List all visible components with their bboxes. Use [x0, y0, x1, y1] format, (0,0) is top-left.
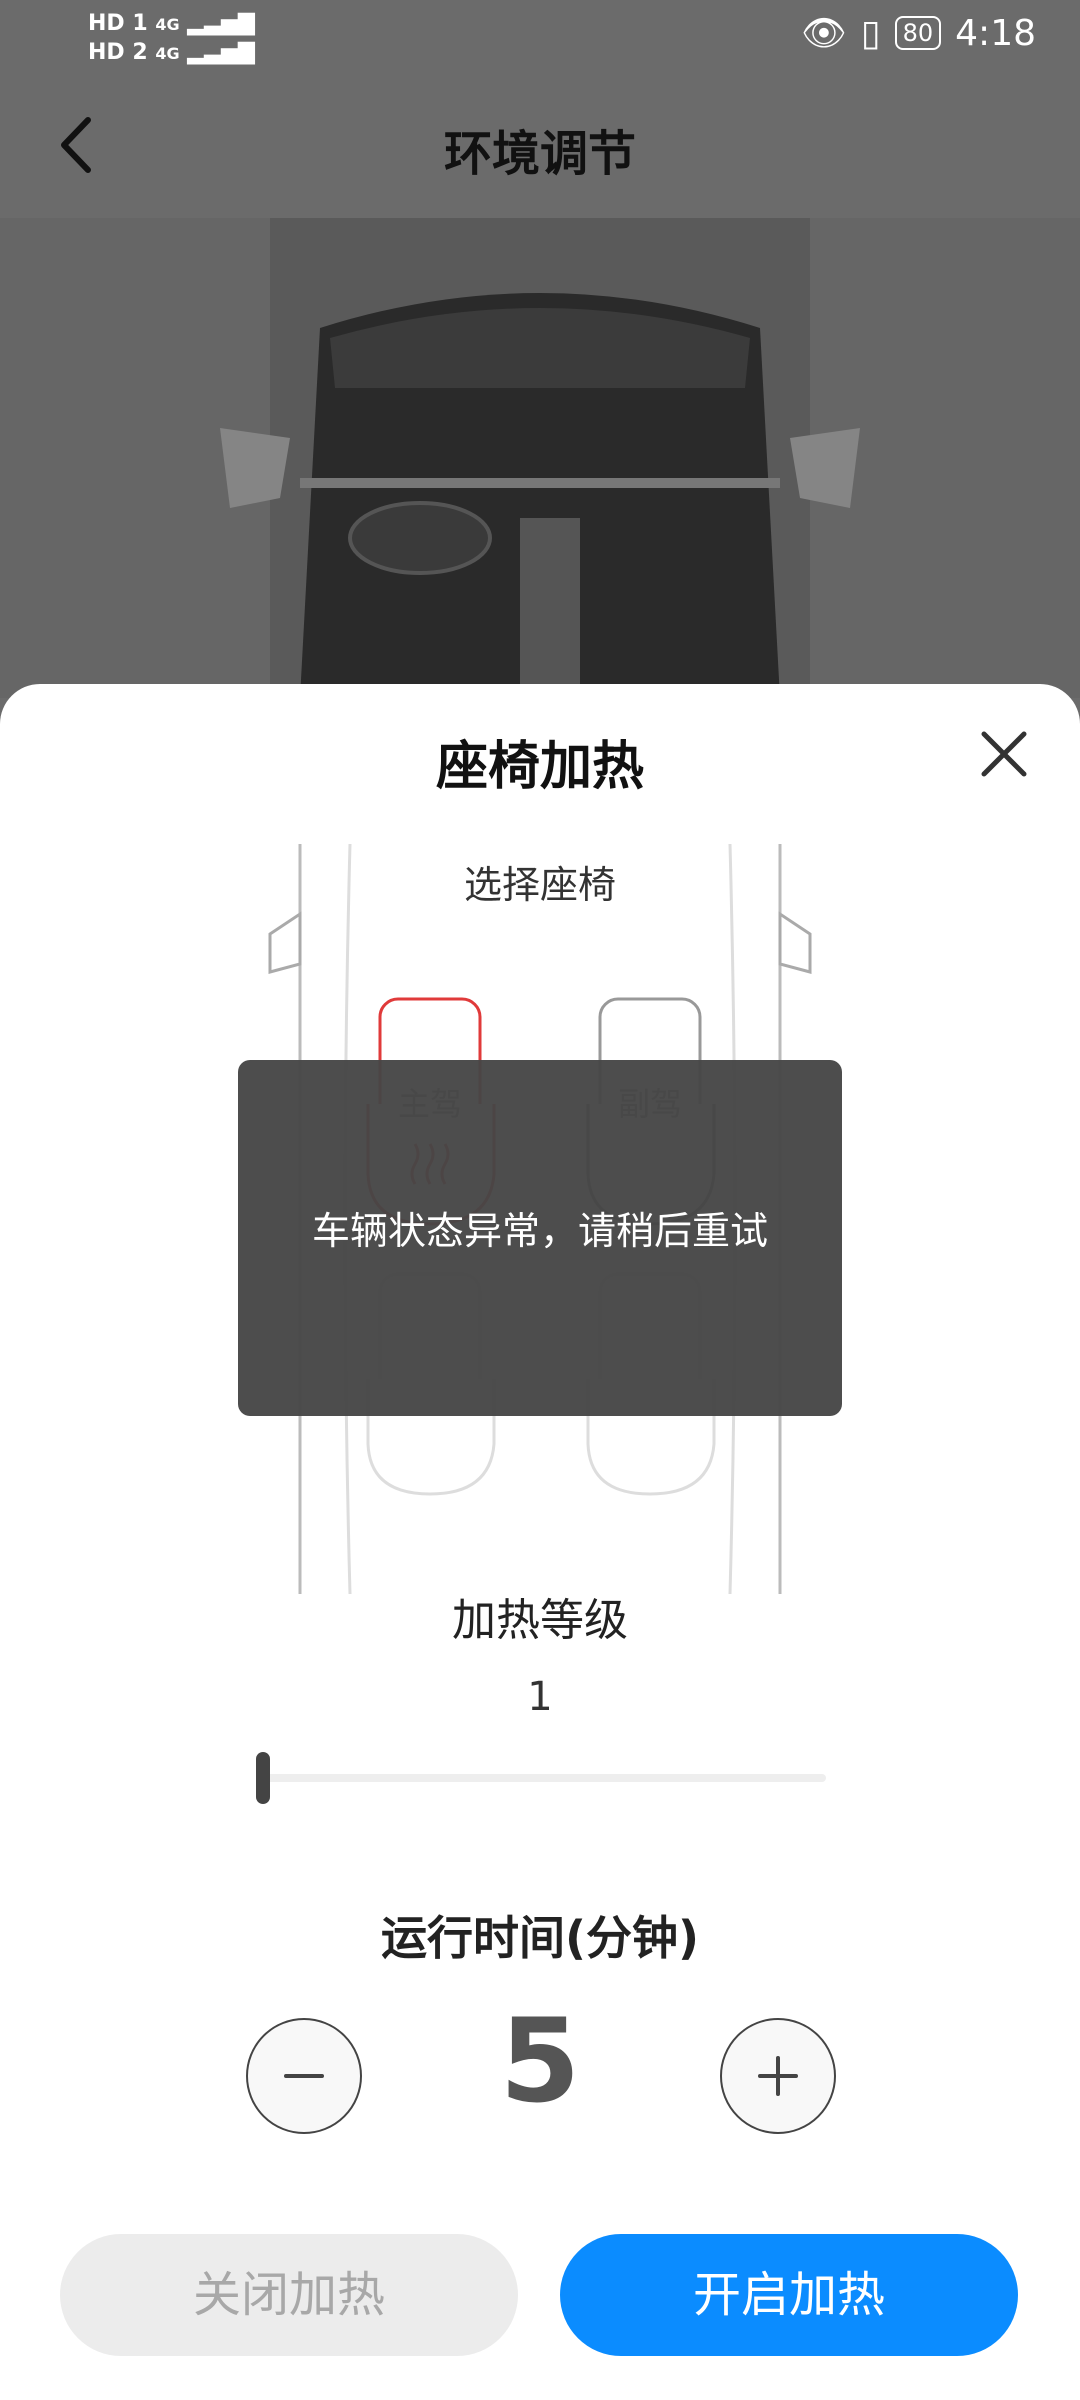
runtime-label: 运行时间(分钟) — [380, 1911, 700, 1965]
clock: 4:18 — [955, 12, 1036, 54]
heat-level-slider-thumb[interactable] — [256, 1752, 270, 1804]
toast-message: 车辆状态异常，请稍后重试 — [311, 1209, 768, 1253]
error-toast: 车辆状态异常，请稍后重试 — [238, 1060, 842, 1416]
page-title: 环境调节 — [443, 126, 636, 182]
turn-off-heating-button[interactable]: 关闭加热 — [60, 2234, 518, 2356]
battery-level: 80 — [902, 19, 934, 47]
decrease-runtime-button[interactable] — [246, 2018, 362, 2134]
sheet-title: 座椅加热 — [435, 737, 644, 797]
battery-icon: 80 — [894, 16, 942, 50]
network2-label: 4G — [155, 44, 180, 63]
vibrate-icon: ▯ — [860, 12, 881, 54]
sim2-label: HD 2 — [88, 40, 148, 65]
signal-indicators: HD 1 4G ▂▃▅▇ HD 2 4G ▂▃▅▇ — [88, 10, 255, 68]
select-seat-label: 选择座椅 — [463, 863, 616, 907]
turn-on-heating-button[interactable]: 开启加热 — [560, 2234, 1018, 2356]
network1-label: 4G — [155, 15, 180, 34]
background-car-image — [0, 218, 1080, 698]
increase-runtime-button[interactable] — [720, 2018, 836, 2134]
plus-icon — [758, 2056, 798, 2096]
status-right: 👁 ▯ 80 4:18 — [801, 12, 1036, 55]
header: 环境调节 — [0, 80, 1080, 218]
heat-level-label: 加热等级 — [452, 1595, 628, 1646]
eye-icon: 👁 — [801, 13, 847, 54]
heat-level-slider[interactable] — [258, 1774, 826, 1782]
sim1-label: HD 1 — [88, 11, 148, 36]
signal-bars-icon: ▂▃▅▇ — [187, 40, 255, 65]
seat-heating-sheet: 座椅加热 选择座椅 车辆状态异常，请稍后重试 加热等级 1 运行时间(分钟) 5… — [0, 684, 1080, 2400]
signal-bars-icon: ▂▃▅▇ — [187, 11, 255, 36]
minus-icon — [284, 2074, 324, 2078]
status-bar: HD 1 4G ▂▃▅▇ HD 2 4G ▂▃▅▇ 👁 ▯ 80 4:18 — [0, 0, 1080, 80]
close-button[interactable] — [974, 724, 1034, 784]
runtime-value: 5 — [499, 1994, 581, 2129]
heat-level-value: 1 — [527, 1674, 553, 1720]
close-icon — [981, 731, 1027, 777]
